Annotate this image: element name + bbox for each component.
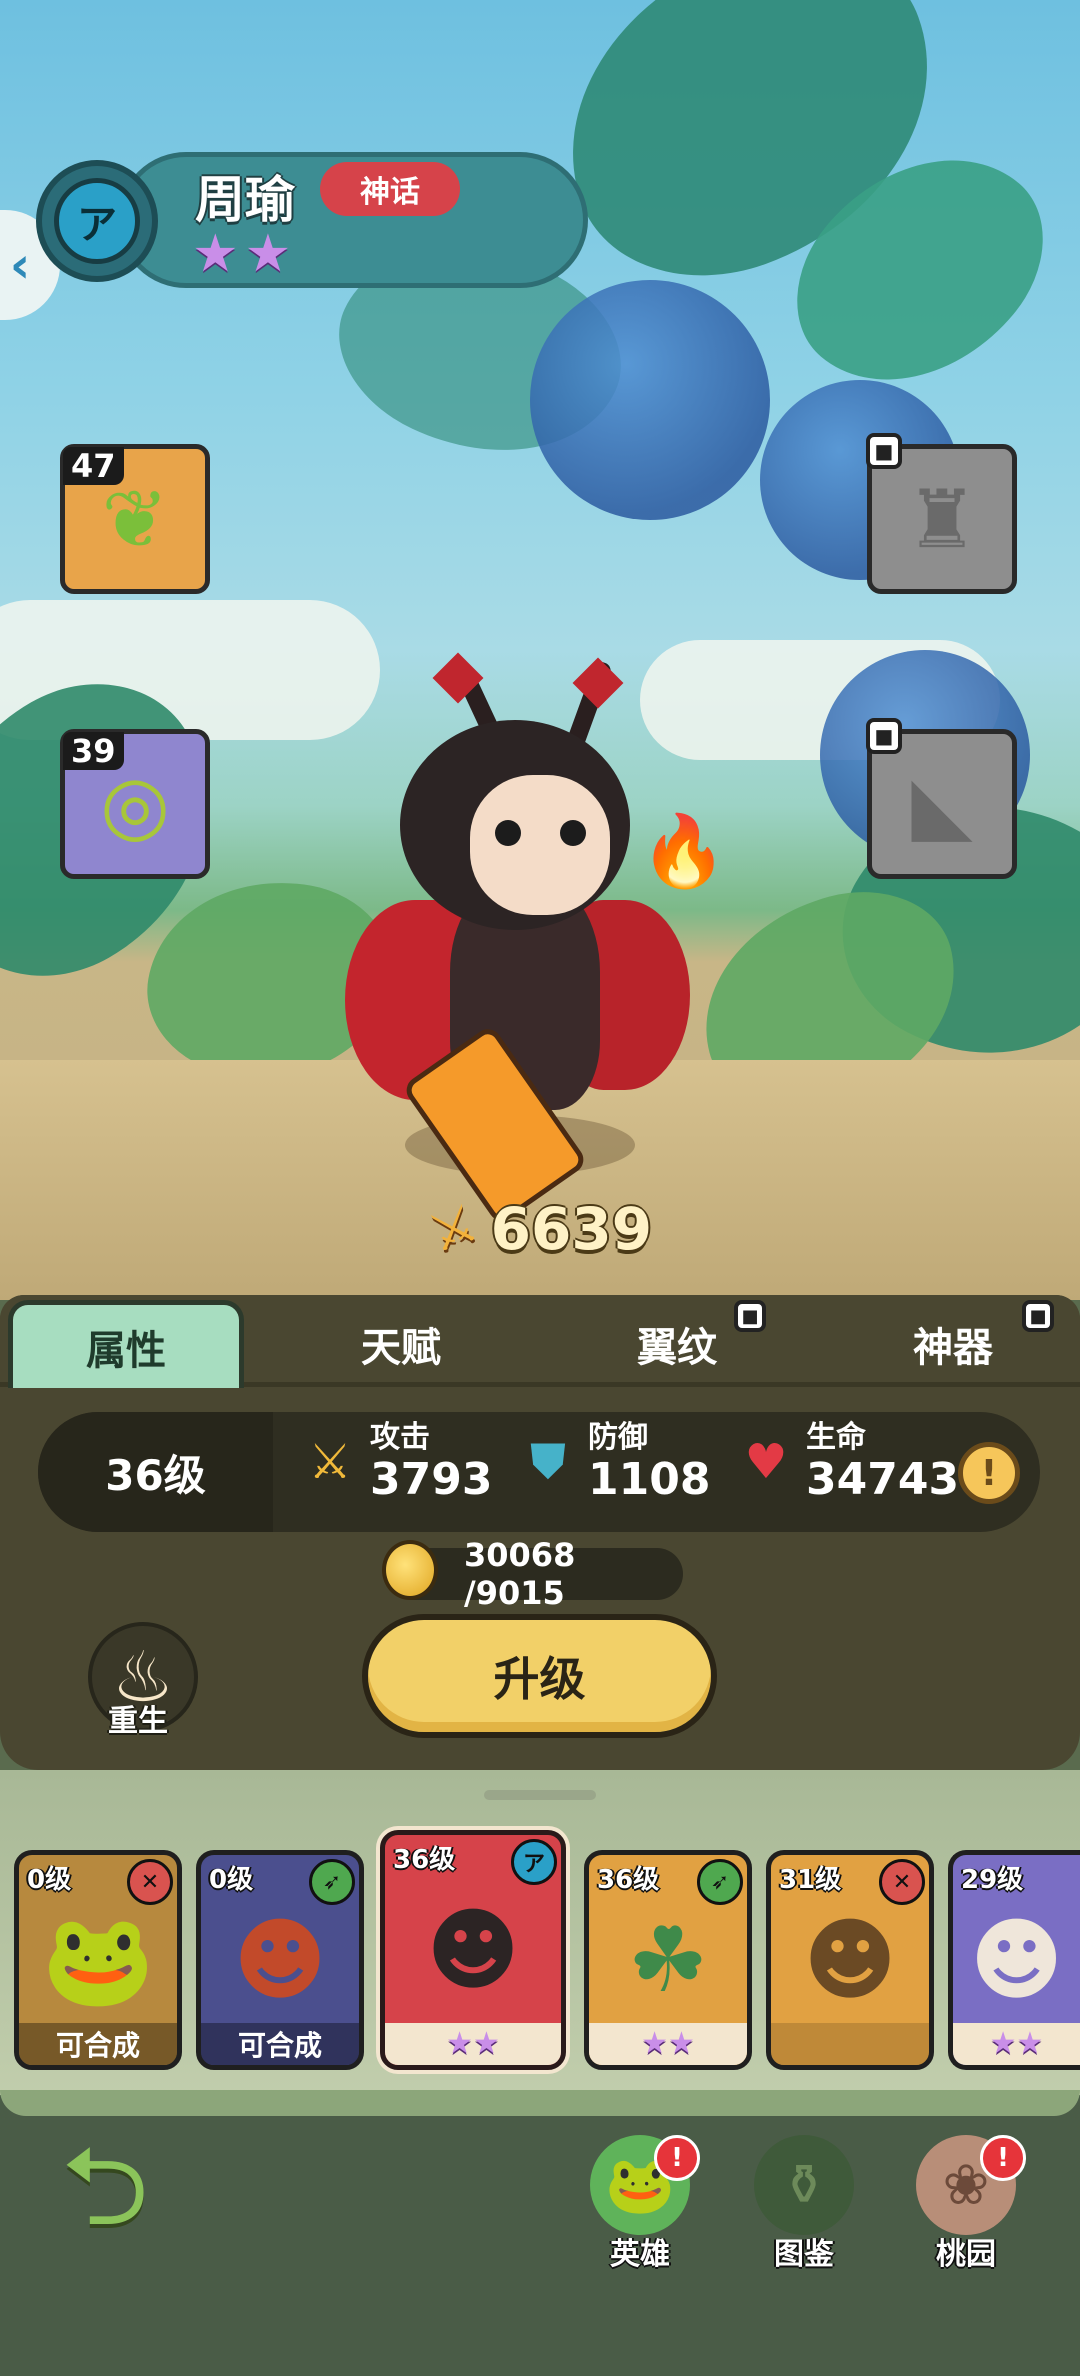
stat-defense: ⛊ 防御 1108 (520, 1420, 710, 1504)
combat-power: ⚔ 6639 (421, 1193, 653, 1265)
stat-attack: ⚔ 攻击 3793 (302, 1420, 492, 1504)
upgrade-cost: 30068 /9015 (382, 1536, 683, 1612)
combat-power-value: 6639 (490, 1195, 653, 1263)
flame-icon: 🔥 (640, 810, 728, 892)
rarity-badge: 神话 (320, 162, 460, 216)
boot-icon: ◣ (911, 757, 973, 851)
hero-card[interactable]: ☘ 36级 ➶ ★★ (584, 1850, 752, 2070)
hero-name: 周瑜 (195, 171, 295, 229)
upgrade-button[interactable]: 升级 (362, 1614, 717, 1738)
upgrade-cost-value: 30068 /9015 (464, 1536, 576, 1612)
peach-currency-icon (382, 1540, 438, 1600)
equipment-slot-ring[interactable]: ◎ 39 (60, 729, 210, 879)
hero-class-badge: ア (36, 160, 158, 282)
exclamation-icon: ! (980, 1452, 998, 1494)
armor-icon: ♜ (906, 472, 978, 566)
hero-card[interactable]: ☻ 29级 ★★ (948, 1850, 1080, 2070)
drag-handle[interactable] (484, 1790, 596, 1800)
tab-artifact[interactable]: 神器 ■ (838, 1300, 1068, 1388)
back-button[interactable]: ⮌ (40, 2122, 170, 2250)
tab-talent[interactable]: 天赋 (286, 1300, 516, 1388)
equipment-level: 47 (63, 447, 124, 485)
bow-icon: ➶ (697, 1859, 743, 1905)
rebirth-label: 重生 (108, 1704, 168, 1739)
nav-heroes[interactable]: 🐸 英雄 ! (580, 2135, 700, 2285)
hero-stars: ★ ★ (192, 228, 291, 280)
notification-badge: ! (980, 2135, 1026, 2181)
hero-card[interactable]: ☻ 31级 ✕ (766, 1850, 934, 2070)
equipment-slot-boots[interactable]: ◣ ■ (866, 718, 1017, 879)
crossed-swords-icon: ⚔ (308, 1434, 352, 1491)
equipment-slot-armor[interactable]: ♜ ■ (866, 433, 1017, 594)
star-icon: ★ (192, 224, 239, 284)
lock-icon: ■ (734, 1300, 766, 1332)
hero-card-selected[interactable]: ☻ 36级 ア ★★ (380, 1830, 566, 2070)
crossed-blades-icon: ✕ (127, 1859, 173, 1905)
star-icon: ★ (244, 224, 292, 284)
stat-hp: ♥ 生命 34743 (738, 1420, 959, 1504)
tab-attributes[interactable]: 属性 (8, 1300, 244, 1388)
sword-power-icon: ⚔ (421, 1192, 486, 1266)
hero-level: 36级 (38, 1412, 273, 1532)
heart-icon: ♥ (744, 1434, 788, 1491)
bow-icon: ➶ (309, 1859, 355, 1905)
hero-card[interactable]: 🐸 0级 ✕ 可合成 (14, 1850, 182, 2070)
staff-class-icon: ア (54, 178, 140, 264)
chevron-left-icon: ‹ (9, 236, 31, 294)
back-arrow-icon: ⮌ (60, 2121, 150, 2250)
lock-icon: ■ (1022, 1300, 1054, 1332)
hero-card[interactable]: ☻ 0级 ➶ 可合成 (196, 1850, 364, 2070)
crossed-blades-icon: ✕ (879, 1859, 925, 1905)
nav-peach-garden[interactable]: ❀ 桃园 ! (906, 2135, 1026, 2285)
tab-wing-pattern[interactable]: 翼纹 ■ (562, 1300, 792, 1388)
staff-icon: ア (511, 1839, 557, 1885)
notification-badge: ! (654, 2135, 700, 2181)
lock-icon: ■ (866, 718, 902, 754)
equipment-slot-weapon[interactable]: ❦ 47 (60, 444, 210, 594)
stats-info-button[interactable]: ! (958, 1442, 1020, 1504)
nav-collection[interactable]: ⚱ 图鉴 (744, 2135, 864, 2285)
equipment-level: 39 (63, 732, 124, 770)
shield-icon: ⛊ (529, 1433, 566, 1490)
puzzle-jar-icon: ⚱ (754, 2135, 854, 2235)
lock-icon: ■ (866, 433, 902, 469)
